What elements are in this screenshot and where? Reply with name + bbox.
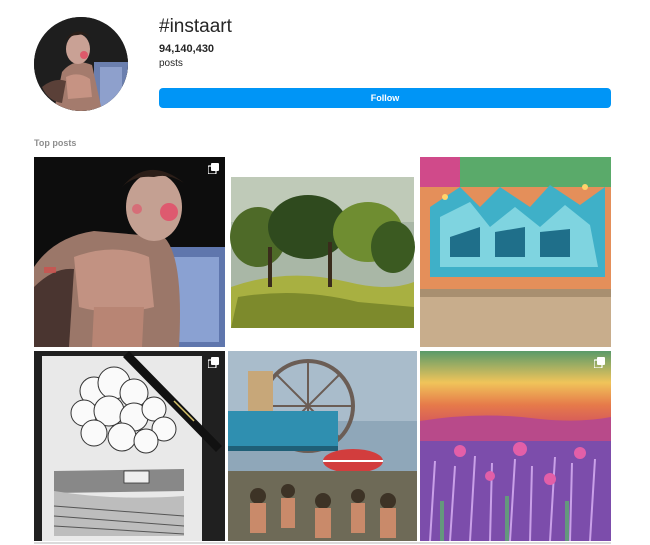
multiple-photos-icon bbox=[208, 357, 219, 368]
post-tile-fairground[interactable] bbox=[228, 351, 417, 541]
post-tile-portrait[interactable] bbox=[34, 157, 225, 347]
top-posts-heading: Top posts bbox=[34, 138, 77, 148]
multiple-photos-icon bbox=[208, 163, 219, 174]
hashtag-avatar bbox=[34, 17, 128, 111]
hashtag-title: #instaart bbox=[159, 16, 232, 37]
grid-bottom-divider bbox=[34, 542, 611, 544]
follow-button[interactable]: Follow bbox=[159, 88, 611, 108]
post-count: 94,140,430 bbox=[159, 43, 215, 55]
multiple-photos-icon bbox=[594, 357, 605, 368]
post-tile-lavender[interactable] bbox=[420, 351, 611, 541]
post-tile-sketch[interactable] bbox=[34, 351, 225, 541]
post-count-label: posts bbox=[159, 58, 183, 69]
post-tile-landscape[interactable] bbox=[228, 157, 417, 347]
post-tile-graffiti[interactable] bbox=[420, 157, 611, 347]
